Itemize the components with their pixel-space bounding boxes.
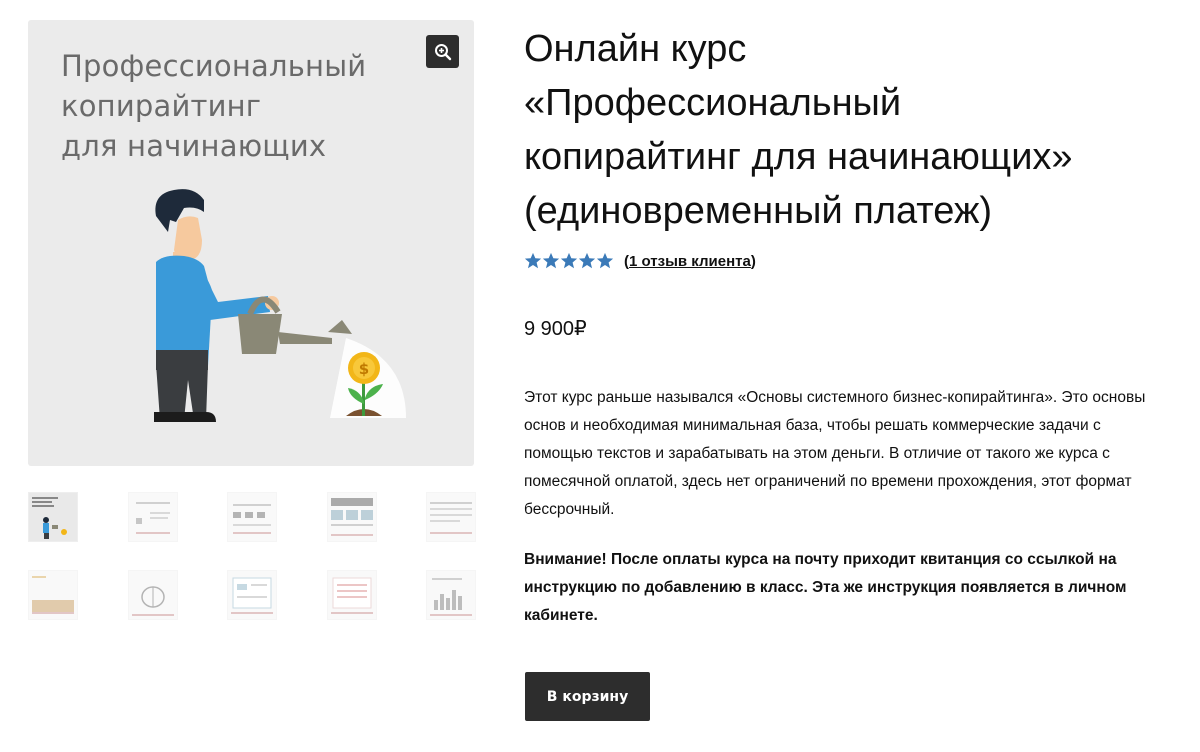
star-icon — [596, 252, 614, 269]
add-to-cart-button[interactable]: В корзину — [525, 672, 650, 721]
product-title-line: (единовременный платеж) — [524, 190, 993, 232]
dollar-symbol: $ — [359, 360, 369, 378]
thumbnail[interactable] — [326, 492, 377, 542]
thumbnail[interactable] — [227, 570, 277, 620]
product-description: Этот курс раньше назывался «Основы систе… — [524, 389, 1146, 518]
star-icon — [524, 252, 542, 269]
man-watering-money-plant-illustration: $ — [154, 189, 406, 422]
thumbnail[interactable] — [227, 492, 277, 542]
reviews-link[interactable]: 1 отзыв клиента — [629, 253, 751, 270]
thumbnail[interactable] — [28, 492, 78, 542]
payment-notice: Внимание! После оплаты курса на почту пр… — [524, 551, 1127, 624]
thumbnail-gallery — [28, 492, 478, 620]
product-rating: (1 отзыв клиента) — [524, 252, 756, 270]
star-icon — [542, 252, 560, 269]
product-title-line: копирайтинг для начинающих» — [524, 136, 1073, 178]
reviews-count: (1 отзыв клиента) — [624, 253, 756, 270]
zoom-in-icon — [434, 43, 451, 60]
star-rating — [524, 252, 614, 270]
product-price: 9 900₽ — [524, 318, 587, 340]
zoom-button[interactable] — [426, 35, 459, 68]
star-icon — [560, 252, 578, 269]
product-title-line: «Профессиональный — [524, 82, 902, 124]
product-title: Онлайн курс «Профессиональный копирайтин… — [524, 22, 1184, 238]
thumbnail[interactable] — [28, 570, 78, 620]
thumbnail[interactable] — [326, 570, 377, 620]
thumbnail[interactable] — [127, 492, 178, 542]
thumbnail[interactable] — [426, 492, 476, 542]
thumbnail[interactable] — [426, 570, 476, 620]
thumbnail[interactable] — [127, 570, 178, 620]
product-title-line: Онлайн курс — [524, 28, 747, 70]
reviews-paren-close: ) — [750, 252, 756, 270]
product-main-image[interactable]: Профессиональный копирайтинг для начинаю… — [28, 20, 474, 466]
star-icon — [578, 252, 596, 269]
